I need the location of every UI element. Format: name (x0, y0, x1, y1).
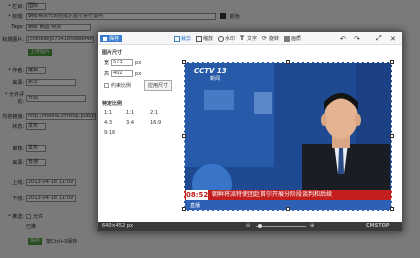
row-level: 来源: 普通 (0, 158, 46, 166)
row-source: 来源: 新华 (0, 78, 76, 86)
title-input[interactable]: 朝鲜特派代表团抵达首尔进行谈判 (26, 12, 216, 20)
zoom-slider[interactable] (256, 226, 306, 227)
ratio-option[interactable]: 1:1 (126, 110, 134, 116)
online-input[interactable]: 2013-04-18 11:09 (26, 178, 76, 186)
crop-options-panel: 图片尺寸 宽 573 px 高 402 px 约束比例 应用尺寸 特定比例 1:… (98, 46, 181, 224)
save-hint: 按Ctrl+S保存 (46, 238, 78, 245)
resize-icon (196, 35, 202, 42)
apply-size-button[interactable]: 应用尺寸 (144, 80, 173, 91)
tool-crop-button[interactable]: 裁剪 (174, 35, 191, 42)
ratio-option[interactable]: 2:1 (150, 110, 158, 116)
redo-icon: ↷ (354, 34, 360, 43)
text-icon: T (240, 34, 245, 42)
push-checkbox[interactable] (26, 213, 31, 219)
editor-toolbar: 保存 裁剪 缩放 水印 T 文字 ⟳ 旋转 画质 ↶ ↷ ⤢ ✕ (98, 32, 402, 45)
row-review: 审核: 发布 (0, 144, 46, 152)
review-select[interactable]: 发布 (26, 144, 46, 152)
redo-button[interactable]: ↷ (354, 34, 360, 43)
crop-handle[interactable] (182, 134, 186, 138)
close-button[interactable]: ✕ (390, 34, 396, 43)
row-title: * 标题: 朝鲜特派代表团抵达首尔进行谈判 颜色 (8, 12, 241, 20)
ratio-option[interactable]: 9:16 (104, 130, 115, 136)
row-online: 上线: 2013-04-18 11:09 (0, 178, 76, 186)
zoom-out-icon[interactable]: ⊖ (246, 222, 250, 231)
row-author: * 作者: 编辑 (0, 66, 46, 74)
zoom-in-icon[interactable]: ⊕ (310, 222, 314, 231)
image-size: 640×452 px (102, 223, 133, 229)
lock-ratio-row: 约束比例 (104, 82, 131, 89)
crop-handle[interactable] (286, 60, 290, 64)
width-input[interactable]: 573 (111, 59, 134, 66)
pushed-label: 已推 (26, 223, 37, 230)
zoom-slider-thumb[interactable] (258, 224, 262, 228)
undo-icon: ↶ (340, 34, 346, 43)
crop-icon (174, 35, 180, 42)
fullscreen-button[interactable]: ⤢ (376, 34, 382, 42)
push-label: 允许 (33, 213, 44, 220)
submit-button[interactable]: 保存 (28, 237, 43, 245)
crop-handle[interactable] (390, 60, 394, 64)
row-upload: 上传图片 (28, 48, 53, 56)
content-link-input[interactable]: http://media.cmstop.pub/pic/2 (26, 112, 96, 120)
lock-ratio-checkbox[interactable] (104, 83, 109, 88)
watermark-icon (218, 35, 224, 42)
ratio-option[interactable]: 3:4 (126, 120, 134, 126)
save-icon (103, 36, 107, 41)
row-category: * 栏目: 国际 (0, 2, 46, 10)
image-canvas[interactable]: CCTV 13 新闻 08:52 朝鲜将派特使团赴首尔开展分阶段谈判和后续 直播 (182, 60, 394, 211)
row-image: 标题图片: [chinese]073416f0eb6f4c06 (2, 35, 94, 43)
crop-handle[interactable] (286, 207, 290, 211)
dims-title: 图片尺寸 (102, 50, 123, 56)
level-select[interactable]: 普通 (26, 158, 46, 166)
width-row: 宽 573 px (104, 59, 142, 66)
ratio-option[interactable]: 16:9 (150, 120, 161, 126)
color-label: 颜色 (230, 13, 241, 20)
ratio-title: 特定比例 (102, 101, 123, 107)
editor-statusbar: 640×452 px ⊖ ⊕ CMSTOP (98, 222, 402, 231)
ratio-option[interactable]: 4:3 (104, 120, 112, 126)
image-path-input[interactable]: [chinese]073416f0eb6f4c06 (26, 35, 94, 43)
height-input[interactable]: 402 (111, 70, 134, 77)
crop-handle[interactable] (390, 207, 394, 211)
editor-save-button[interactable]: 保存 (100, 35, 123, 42)
status-select[interactable]: 发布 (26, 122, 46, 130)
tool-rotate-button[interactable]: ⟳ 旋转 (262, 35, 279, 42)
crop-handle[interactable] (182, 207, 186, 211)
tool-text-button[interactable]: T 文字 (240, 35, 257, 42)
author-input[interactable]: 编辑 (26, 66, 46, 74)
offline-input[interactable]: 2013-04-18 11:09 (26, 194, 76, 202)
ratio-option[interactable]: 1:1 (104, 110, 112, 116)
brand-logo: CMSTOP (366, 223, 390, 229)
crop-handle[interactable] (182, 60, 186, 64)
undo-button[interactable]: ↶ (340, 34, 346, 43)
category-select[interactable]: 国际 (26, 2, 46, 10)
tool-quality-button[interactable]: 画质 (284, 35, 301, 42)
tool-resize-button[interactable]: 缩放 (196, 35, 213, 42)
allow-comment-input[interactable]: 开启 (26, 94, 86, 102)
quality-icon (284, 35, 290, 42)
row-content-link: 内容链接: http://media.cmstop.pub/pic/2 (2, 112, 96, 120)
close-icon: ✕ (390, 34, 396, 43)
row-push: * 推送: 允许 (8, 213, 44, 220)
upload-image-button[interactable]: 上传图片 (28, 48, 53, 56)
row-allow-comment: * 允许评论: 开启 (0, 92, 86, 105)
row-submit: 保存 按Ctrl+S保存 (28, 237, 77, 245)
tool-watermark-button[interactable]: 水印 (218, 35, 235, 42)
crop-handle[interactable] (390, 134, 394, 138)
tags-input[interactable]: 朝鲜 韩国 特派 (26, 23, 91, 31)
fullscreen-icon: ⤢ (376, 34, 382, 42)
row-tags: Tags: 朝鲜 韩国 特派 (0, 23, 91, 31)
image-editor-dialog: 保存 裁剪 缩放 水印 T 文字 ⟳ 旋转 画质 ↶ ↷ ⤢ ✕ 图片尺寸 宽 … (97, 31, 403, 232)
row-status: 状态: 发布 (0, 122, 46, 130)
crop-frame[interactable] (184, 62, 392, 211)
color-picker[interactable] (220, 13, 226, 19)
rotate-icon: ⟳ (262, 34, 268, 42)
row-pushed: 已推 (0, 222, 36, 230)
row-offline: 下线: 2013-04-18 11:09 (0, 194, 76, 202)
source-input[interactable]: 新华 (26, 78, 76, 86)
height-row: 高 402 px (104, 70, 142, 77)
